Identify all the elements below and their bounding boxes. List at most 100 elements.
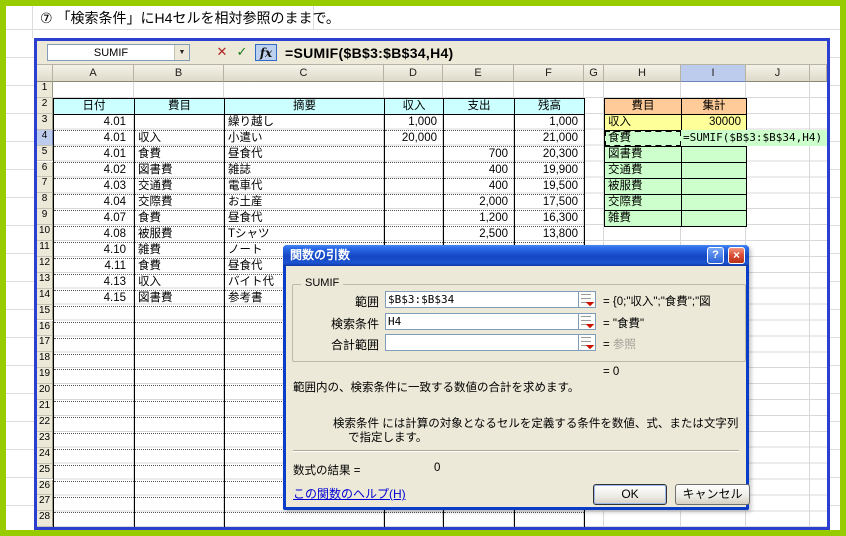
cell[interactable] [384,146,444,163]
cell[interactable]: 図書費 [604,145,682,163]
column-header-H[interactable]: H [604,65,681,82]
enter-entry-icon[interactable]: ✓ [233,44,251,61]
cell[interactable] [134,401,225,419]
cell[interactable]: 21,000 [514,130,585,147]
ledger-column-header[interactable]: 支出 [443,97,515,115]
cell[interactable] [134,354,225,371]
cell[interactable]: 4.02 [53,162,135,179]
column-header-F[interactable]: F [514,65,584,82]
cell[interactable] [134,433,225,450]
row-header-21[interactable]: 21 [37,400,53,416]
cell[interactable] [681,161,747,179]
cell[interactable]: 収入 [604,113,682,131]
cell[interactable] [134,114,225,131]
cell[interactable] [53,369,135,387]
cell[interactable]: 4.04 [53,194,135,211]
cell[interactable]: 電車代 [224,178,385,195]
cell[interactable] [134,338,225,355]
insert-function-button[interactable]: fx [255,44,277,61]
cell[interactable]: 繰り越し [224,114,385,131]
cell[interactable]: 17,500 [514,194,585,211]
cell[interactable] [134,385,225,403]
cell[interactable]: 700 [443,146,515,163]
cell[interactable] [384,210,444,227]
column-header-A[interactable]: A [53,65,134,82]
cell[interactable] [681,209,747,227]
cell[interactable]: Tシャツ [224,226,385,243]
name-box[interactable]: SUMIF ▼ [47,44,190,61]
cell[interactable] [681,177,747,195]
cell[interactable] [384,162,444,179]
cell[interactable] [514,512,585,527]
cell[interactable]: 4.13 [53,274,135,291]
cell[interactable] [384,512,444,527]
collapse-dialog-icon[interactable] [578,335,595,350]
sumrange-input[interactable] [386,335,583,350]
cell[interactable]: 被服費 [134,226,225,243]
cell[interactable]: 20,000 [384,130,444,147]
row-header-27[interactable]: 27 [37,495,53,512]
cell[interactable] [384,226,444,243]
cell[interactable]: 雑誌 [224,162,385,179]
cell[interactable]: 19,500 [514,178,585,195]
row-header-18[interactable]: 18 [37,352,53,369]
cell[interactable]: 昼食代 [224,210,385,227]
column-header-E[interactable]: E [443,65,514,82]
cell[interactable] [134,497,225,514]
criteria-input[interactable] [386,314,583,329]
cell[interactable] [53,465,135,482]
cell[interactable] [134,465,225,482]
cell[interactable] [443,130,515,147]
row-header-19[interactable]: 19 [37,368,53,385]
cell[interactable]: 4.07 [53,210,135,227]
row-header-11[interactable]: 11 [37,241,53,257]
row-header-25[interactable]: 25 [37,463,53,480]
cell[interactable]: 13,800 [514,226,585,243]
cell[interactable] [134,417,225,435]
cell[interactable]: 1,000 [384,114,444,131]
row-header-16[interactable]: 16 [37,320,53,337]
cell[interactable]: 4.10 [53,242,135,259]
row-header-3[interactable]: 3 [37,113,53,130]
column-header-B[interactable]: B [134,65,224,82]
cell[interactable] [53,449,135,466]
cell[interactable]: 雑費 [134,242,225,259]
cell[interactable] [443,114,515,131]
cell-H4-criteria[interactable]: 食費 [604,129,682,147]
cell[interactable] [681,145,747,163]
row-header-2[interactable]: 2 [37,97,53,114]
range-input[interactable] [386,292,583,307]
close-icon[interactable]: × [728,247,745,264]
row-header-24[interactable]: 24 [37,447,53,464]
row-header-17[interactable]: 17 [37,336,53,353]
cell[interactable]: お土産 [224,194,385,211]
row-header-23[interactable]: 23 [37,431,53,448]
cell[interactable]: 4.11 [53,258,135,275]
cell[interactable]: 19,900 [514,162,585,179]
ledger-column-header[interactable]: 費目 [134,97,225,115]
cell[interactable] [53,401,135,419]
ledger-column-header[interactable]: 収入 [384,97,444,115]
cell[interactable]: 4.03 [53,178,135,195]
cell[interactable] [443,512,515,527]
cell[interactable]: 4.01 [53,146,135,163]
cell[interactable]: 雑費 [604,209,682,227]
cell[interactable] [53,385,135,403]
collapse-dialog-icon[interactable] [578,292,595,307]
cell[interactable]: 図書費 [134,162,225,179]
function-help-link[interactable]: この関数のヘルプ(H) [293,485,406,502]
row-header-6[interactable]: 6 [37,161,53,178]
collapse-dialog-icon[interactable] [578,314,595,329]
row-header-5[interactable]: 5 [37,145,53,162]
cell[interactable]: 1,200 [443,210,515,227]
cell[interactable]: 16,300 [514,210,585,227]
cell[interactable]: 30000 [681,113,747,131]
cancel-button[interactable]: キャンセル [675,484,750,505]
cell[interactable]: 昼食代 [224,146,385,163]
cell-I4-edit-formula[interactable]: =SUMIF($B$3:$B$34,H4) [681,129,827,146]
column-header-partial[interactable] [810,65,827,82]
cell[interactable] [53,433,135,450]
cell[interactable] [53,481,135,498]
column-header-G[interactable]: G [584,65,604,82]
cell[interactable]: 交通費 [604,161,682,179]
